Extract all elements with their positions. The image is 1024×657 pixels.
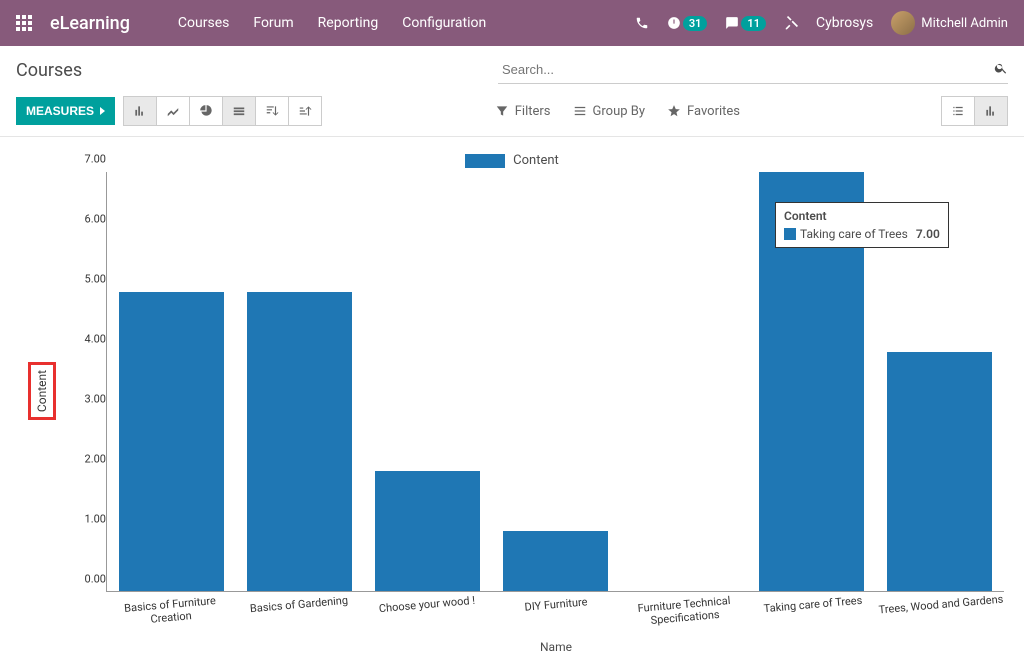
bar[interactable] [247, 292, 352, 591]
y-tick: 3.00 [85, 393, 106, 406]
nav-links: Courses Forum Reporting Configuration [178, 15, 486, 31]
filters-button[interactable]: Filters [495, 104, 551, 119]
plot-area: Content Taking care of Trees 7.00 [106, 172, 1004, 592]
nav-right: 31 11 Cybrosys Mitchell Admin [635, 11, 1008, 35]
x-category: Trees, Wood and Gardens [876, 586, 1007, 629]
bar[interactable] [375, 471, 480, 591]
chart-tooltip: Content Taking care of Trees 7.00 [775, 202, 949, 248]
bar-slot [620, 172, 748, 591]
tooltip-series: Taking care of Trees [800, 227, 908, 241]
search-icon[interactable] [994, 61, 1008, 79]
y-tick: 0.00 [85, 573, 106, 586]
messages-icon[interactable]: 11 [725, 16, 766, 31]
y-axis-label-highlight: Content [28, 362, 56, 420]
graph-view-icon[interactable] [974, 96, 1008, 126]
caret-right-icon [100, 107, 105, 115]
x-axis-categories: Basics of Furniture CreationBasics of Ga… [106, 592, 1006, 624]
x-category: Furniture Technical Specifications [619, 586, 750, 629]
bar-slot [107, 172, 235, 591]
tools-icon[interactable] [784, 16, 798, 30]
search-input[interactable] [498, 56, 994, 83]
user-menu[interactable]: Mitchell Admin [891, 11, 1008, 35]
cp-right: Filters Group By Favorites [495, 96, 1008, 126]
tooltip-title: Content [784, 209, 940, 223]
line-chart-icon[interactable] [156, 96, 190, 126]
messages-badge: 11 [741, 16, 766, 31]
control-panel: Courses MEASURES Filters [0, 46, 1024, 137]
user-name: Mitchell Admin [921, 16, 1008, 31]
page-title: Courses [16, 60, 82, 81]
bar-slot [363, 172, 491, 591]
pie-chart-icon[interactable] [189, 96, 223, 126]
view-switcher [942, 96, 1008, 126]
legend-swatch [465, 154, 505, 168]
y-tick: 4.00 [85, 333, 106, 346]
chart-type-toolbar [123, 96, 322, 126]
bar-chart-icon[interactable] [123, 96, 157, 126]
x-category: DIY Furniture [491, 586, 622, 629]
activities-icon[interactable]: 31 [667, 16, 708, 31]
y-tick: 2.00 [85, 453, 106, 466]
sort-desc-icon[interactable] [255, 96, 289, 126]
chart-legend: Content [20, 153, 1004, 168]
y-axis-label: Content [35, 370, 49, 412]
x-category: Taking care of Trees [748, 586, 879, 629]
measures-label: MEASURES [26, 104, 94, 118]
bar-slot [491, 172, 619, 591]
x-axis-label: Name [106, 640, 1006, 654]
app-brand[interactable]: eLearning [50, 13, 130, 34]
x-category: Basics of Gardening [233, 586, 364, 629]
y-tick: 7.00 [85, 153, 106, 166]
y-tick: 1.00 [85, 513, 106, 526]
bar[interactable] [119, 292, 224, 591]
apps-icon[interactable] [16, 15, 32, 31]
sort-asc-icon[interactable] [288, 96, 322, 126]
phone-icon[interactable] [635, 16, 649, 30]
tooltip-swatch [784, 228, 796, 240]
list-view-icon[interactable] [941, 96, 975, 126]
nav-configuration[interactable]: Configuration [402, 15, 486, 31]
legend-label: Content [513, 153, 559, 168]
nav-reporting[interactable]: Reporting [318, 15, 379, 31]
company-label[interactable]: Cybrosys [816, 15, 873, 31]
activities-badge: 31 [683, 16, 708, 31]
bar-slot [235, 172, 363, 591]
nav-forum[interactable]: Forum [253, 15, 293, 31]
bar[interactable] [887, 352, 992, 591]
avatar [891, 11, 915, 35]
y-tick: 5.00 [85, 273, 106, 286]
nav-courses[interactable]: Courses [178, 15, 229, 31]
stacked-icon[interactable] [222, 96, 256, 126]
chart-area: Content Content 0.00 1.00 2.00 3.00 4.00 5.00… [0, 137, 1024, 654]
favorites-button[interactable]: Favorites [667, 104, 740, 119]
x-category: Basics of Furniture Creation [105, 586, 236, 629]
y-tick: 6.00 [85, 213, 106, 226]
tooltip-value: 7.00 [916, 227, 940, 241]
measures-button[interactable]: MEASURES [16, 97, 115, 125]
bar[interactable] [503, 531, 608, 591]
x-category: Choose your wood ! [362, 586, 493, 629]
y-axis-ticks: 0.001.002.003.004.005.006.007.00 [66, 172, 106, 592]
group-by-button[interactable]: Group By [573, 104, 646, 119]
top-navbar: eLearning Courses Forum Reporting Config… [0, 0, 1024, 46]
search-bar[interactable] [498, 56, 1008, 84]
